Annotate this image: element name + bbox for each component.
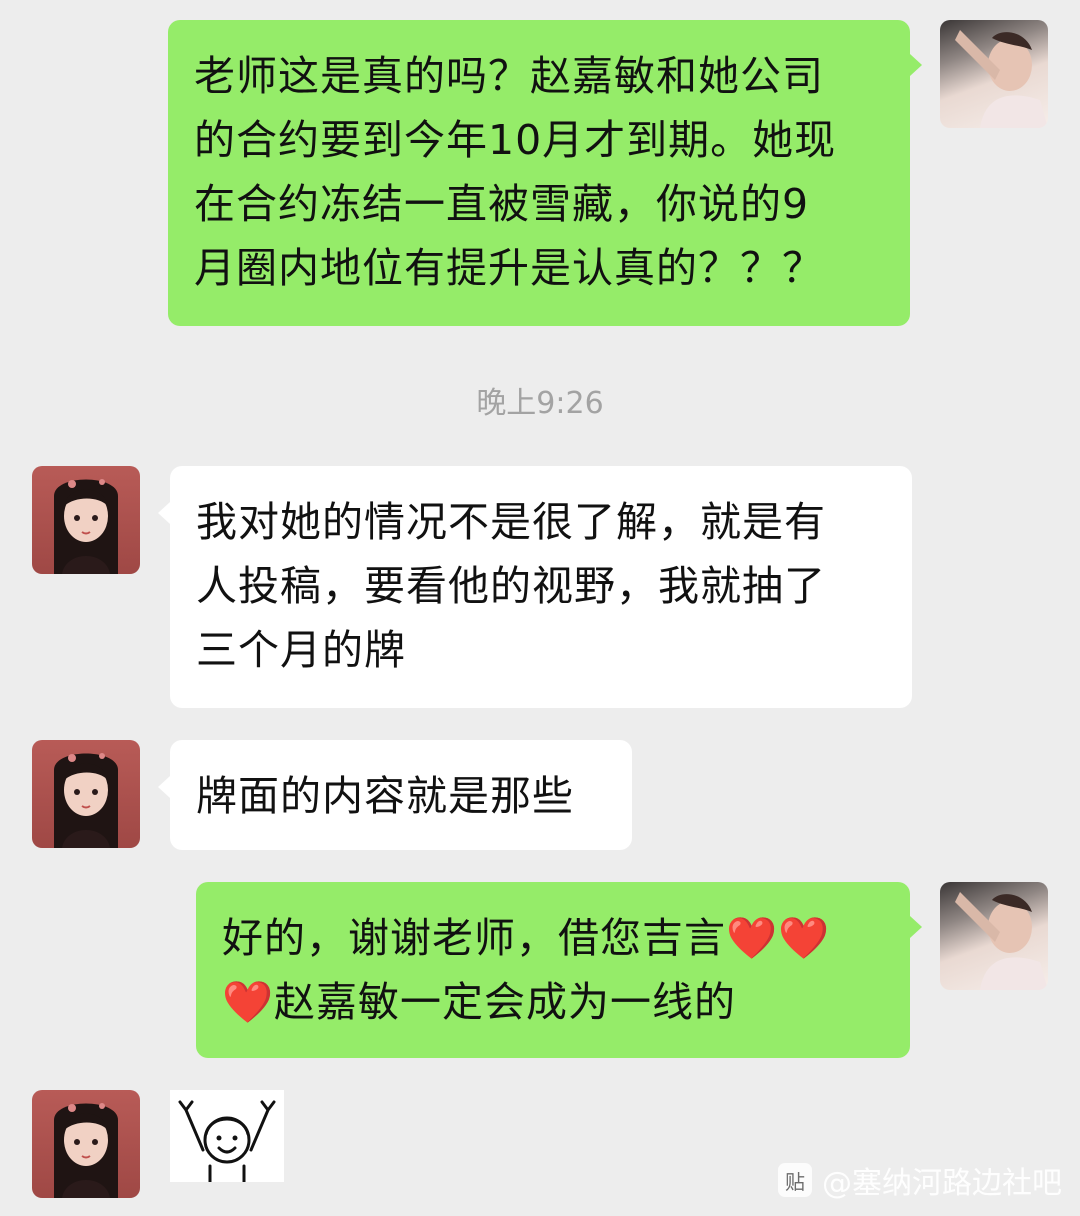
message-bubble-sent[interactable]: 好的，谢谢老师，借您吉言❤️❤️ ❤️赵嘉敏一定会成为一线的 (196, 882, 910, 1058)
message-bubble-received[interactable]: 我对她的情况不是很了解，就是有 人投稿，要看他的视野，我就抽了 三个月的牌 (170, 466, 912, 708)
my-avatar[interactable] (940, 882, 1048, 990)
message-line: 在合约冻结一直被雪藏，你说的9 (194, 180, 810, 228)
my-avatar[interactable] (940, 20, 1048, 128)
sticker-message[interactable] (170, 1090, 284, 1184)
tieba-badge-icon: 贴 (778, 1163, 812, 1197)
message-bubble-received[interactable]: 牌面的内容就是那些 (170, 740, 632, 850)
message-line: ❤️赵嘉敏一定会成为一线的 (222, 978, 737, 1026)
portrait-icon (54, 479, 118, 574)
watermark-text: @塞纳河路边社吧 (822, 1166, 1062, 1201)
portrait-icon (54, 753, 118, 848)
portrait-icon (54, 1103, 118, 1198)
bubble-tail (910, 54, 922, 76)
message-line: 我对她的情况不是很了解，就是有 (196, 498, 826, 546)
teacher-avatar[interactable] (32, 466, 140, 574)
bubble-tail (158, 502, 170, 524)
bubble-tail (158, 776, 170, 798)
cheering-cartoon-sticker-icon (178, 1100, 276, 1184)
portrait-icon (955, 892, 1048, 990)
bubble-tail (910, 916, 922, 938)
teacher-avatar[interactable] (32, 740, 140, 848)
message-line: 人投稿，要看他的视野，我就抽了 (196, 562, 826, 610)
message-line: 牌面的内容就是那些 (196, 772, 574, 820)
message-line: 老师这是真的吗？赵嘉敏和她公司 (194, 52, 824, 100)
watermark: 贴 @塞纳河路边社吧 (778, 1158, 1062, 1202)
message-line: 三个月的牌 (196, 626, 406, 674)
message-line: 月圈内地位有提升是认真的？？？ (194, 244, 824, 292)
message-line: 的合约要到今年10月才到期。她现 (194, 116, 837, 164)
portrait-icon (955, 30, 1048, 128)
message-timestamp: 晚上9:26 (476, 386, 604, 421)
message-bubble-sent[interactable]: 老师这是真的吗？赵嘉敏和她公司 的合约要到今年10月才到期。她现 在合约冻结一直… (168, 20, 910, 326)
message-line: 好的，谢谢老师，借您吉言❤️❤️ (222, 914, 831, 962)
teacher-avatar[interactable] (32, 1090, 140, 1198)
